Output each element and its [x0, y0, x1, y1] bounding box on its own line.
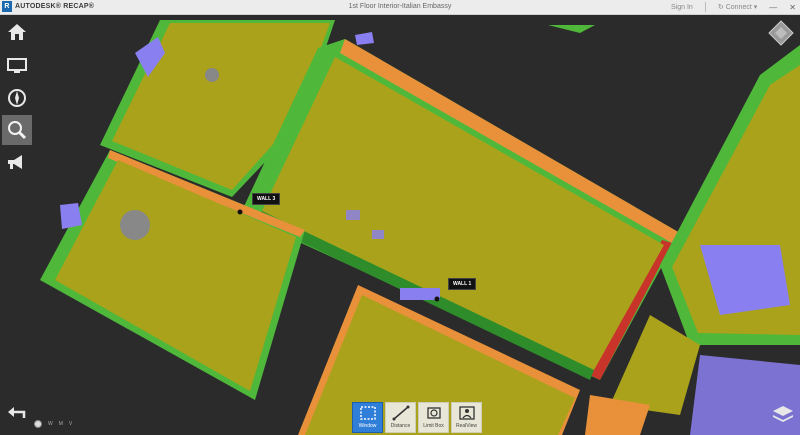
- distance-tool-button[interactable]: Distance: [385, 402, 416, 433]
- window-tool-button[interactable]: Window: [352, 402, 383, 433]
- monitor-icon: [7, 58, 27, 73]
- home-icon: [8, 24, 26, 40]
- home-button[interactable]: [2, 17, 32, 47]
- realview-tool-label: RealView: [455, 423, 478, 429]
- minimize-icon[interactable]: —: [769, 3, 777, 12]
- distance-tool-label: Distance: [390, 423, 411, 429]
- view-cube[interactable]: [768, 20, 794, 51]
- selection-toolbar: Window Distance Limit Box RealView: [352, 402, 482, 433]
- left-toolbar: [0, 15, 34, 435]
- limit-box-tool-button[interactable]: Limit Box: [418, 402, 449, 433]
- wall-3-marker[interactable]: [237, 209, 243, 215]
- sign-in-link[interactable]: Sign In: [671, 4, 693, 11]
- magnifier-icon: [8, 121, 27, 140]
- navigation-button[interactable]: [2, 83, 32, 113]
- display-button[interactable]: [2, 51, 32, 81]
- undo-button[interactable]: [6, 404, 28, 425]
- megaphone-icon: [8, 155, 22, 169]
- status-item: M: [58, 421, 63, 427]
- undo-arrow-icon: [8, 407, 26, 418]
- search-button[interactable]: [2, 115, 32, 145]
- status-item: W: [48, 421, 53, 427]
- wall-1-marker[interactable]: [434, 296, 440, 302]
- status-bar: W M V: [34, 420, 72, 428]
- window-tool-label: Window: [358, 423, 377, 429]
- title-bar: R AUTODESK® RECAP® 1st Floor Interior-It…: [0, 0, 800, 15]
- compass-icon: [8, 89, 26, 107]
- window-select-icon: [359, 406, 376, 420]
- layers-icon: [773, 406, 793, 422]
- realview-tool-button[interactable]: RealView: [451, 402, 482, 433]
- view-cube-icon: [768, 20, 794, 46]
- point-cloud-viewport[interactable]: [0, 15, 800, 435]
- distance-icon: [392, 405, 409, 421]
- status-dot-icon: [34, 420, 42, 428]
- close-icon[interactable]: ✕: [789, 3, 796, 12]
- connect-menu[interactable]: ↻ Connect ▾: [717, 3, 758, 12]
- connect-label: Connect: [725, 3, 752, 11]
- layers-button[interactable]: [772, 404, 794, 429]
- status-item: V: [68, 421, 73, 427]
- divider: [704, 2, 706, 12]
- connect-icon: ↻: [717, 4, 724, 11]
- announce-button[interactable]: [2, 147, 32, 177]
- realview-icon: [458, 406, 475, 420]
- wall-3-label[interactable]: WALL 3: [252, 193, 281, 205]
- limit-box-tool-label: Limit Box: [423, 423, 444, 429]
- wall-1-label[interactable]: WALL 1: [448, 278, 477, 290]
- chevron-down-icon: ▾: [753, 4, 758, 11]
- limit-box-icon: [426, 407, 441, 419]
